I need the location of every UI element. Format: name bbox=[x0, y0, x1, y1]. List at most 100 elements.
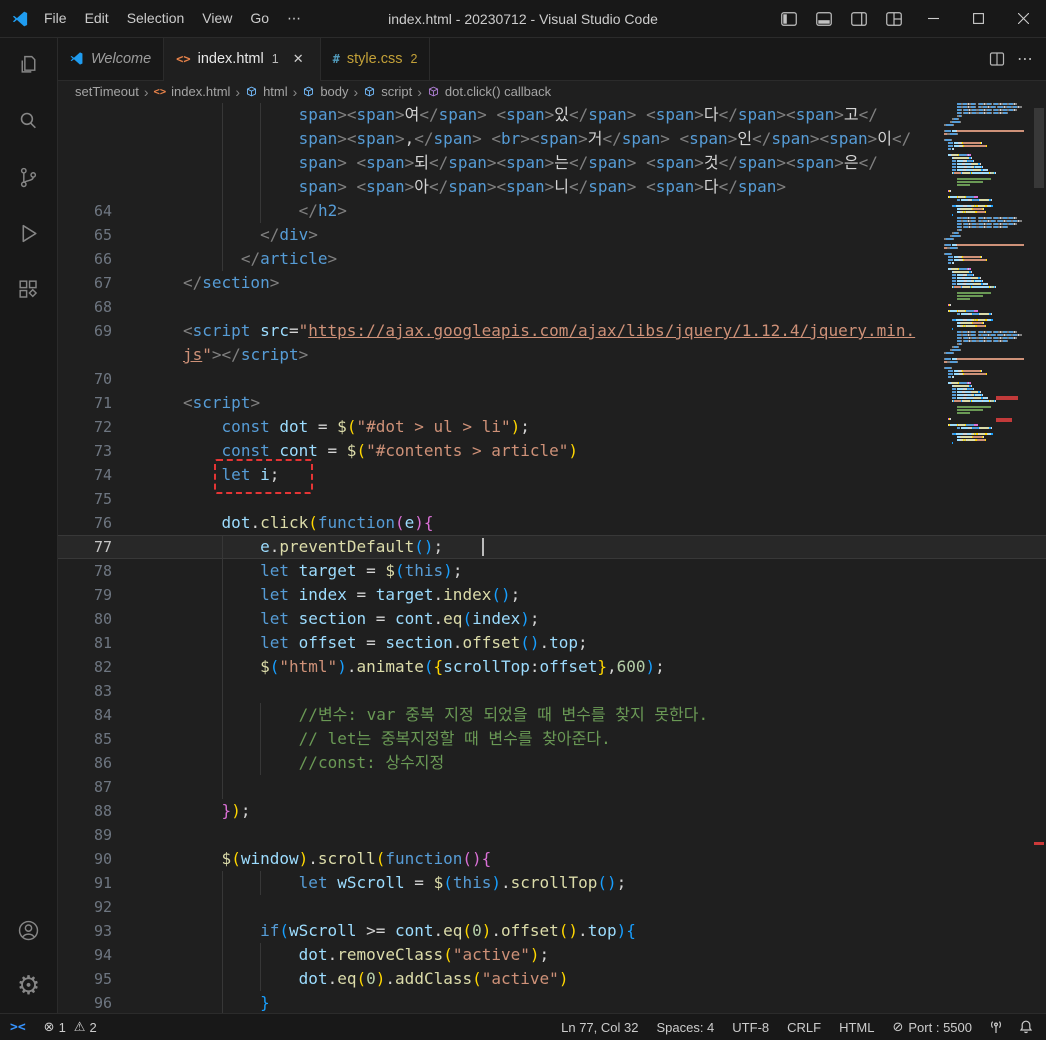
line-number[interactable]: 81 bbox=[57, 631, 112, 655]
line-number[interactable]: 92 bbox=[57, 895, 112, 919]
code-line[interactable]: 68 bbox=[57, 295, 1046, 319]
code-line[interactable]: 81 let offset = section.offset().top; bbox=[57, 631, 1046, 655]
code-line[interactable]: 85 // let는 중복지정할 때 변수를 찾아준다. bbox=[57, 727, 1046, 751]
minimap[interactable] bbox=[944, 103, 1032, 445]
code-line[interactable]: 83 bbox=[57, 679, 1046, 703]
line-number[interactable]: 69 bbox=[57, 319, 112, 343]
line-number[interactable]: 67 bbox=[57, 271, 112, 295]
code-line[interactable]: 74 let i; bbox=[57, 459, 1046, 494]
code-line[interactable]: 71 <script> bbox=[57, 391, 1046, 415]
code-line[interactable]: js"></script> bbox=[57, 343, 1046, 367]
line-number[interactable]: 82 bbox=[57, 655, 112, 679]
code-line[interactable]: 79 let index = target.index(); bbox=[57, 583, 1046, 607]
code-line[interactable]: 64 </h2> bbox=[57, 199, 1046, 223]
code-line[interactable]: 82 $("html").animate({scrollTop:offset},6… bbox=[57, 655, 1046, 679]
line-number[interactable]: 70 bbox=[57, 367, 112, 391]
close-icon[interactable]: ✕ bbox=[289, 50, 308, 69]
code-line[interactable]: 84 //변수: var 중복 지정 되었을 때 변수를 찾지 못한다. bbox=[57, 703, 1046, 727]
code-line[interactable]: 95 dot.eq(0).addClass("active") bbox=[57, 967, 1046, 991]
problems-status[interactable]: ⊗ 1 ⚠ 2 bbox=[36, 1019, 105, 1035]
line-number[interactable]: 65 bbox=[57, 223, 112, 247]
line-number[interactable]: 94 bbox=[57, 943, 112, 967]
maximize-button[interactable] bbox=[956, 0, 1001, 37]
code-line[interactable]: 65 </div> bbox=[57, 223, 1046, 247]
line-number[interactable]: 95 bbox=[57, 967, 112, 991]
line-number[interactable]: 76 bbox=[57, 511, 112, 535]
editor-scrollbar[interactable] bbox=[1032, 103, 1046, 1014]
status-ln-77-col-32[interactable]: Ln 77, Col 32 bbox=[552, 1014, 647, 1040]
line-number[interactable]: 74 bbox=[57, 463, 112, 487]
line-number[interactable]: 87 bbox=[57, 775, 112, 799]
line-number[interactable]: 72 bbox=[57, 415, 112, 439]
code-line[interactable]: 67 </section> bbox=[57, 271, 1046, 295]
line-number[interactable]: 71 bbox=[57, 391, 112, 415]
toggle-sidebar-left-icon[interactable] bbox=[773, 6, 804, 31]
code-line[interactable]: span><span>,</span> <br><span>거</span> <… bbox=[57, 127, 1046, 151]
code-line[interactable]: span> <span>되</span><span>는</span> <span… bbox=[57, 151, 1046, 175]
code-line[interactable]: 86 //const: 상수지정 bbox=[57, 751, 1046, 775]
scrollbar-slider[interactable] bbox=[1034, 108, 1044, 188]
code-line[interactable]: 78 let target = $(this); bbox=[57, 559, 1046, 583]
code-line[interactable]: 72 const dot = $("#dot > ul > li"); bbox=[57, 415, 1046, 439]
code-line[interactable]: 90 $(window).scroll(function(){ bbox=[57, 847, 1046, 871]
status-crlf[interactable]: CRLF bbox=[778, 1014, 830, 1040]
line-number[interactable]: 85 bbox=[57, 727, 112, 751]
line-number[interactable]: 88 bbox=[57, 799, 112, 823]
menu-selection[interactable]: Selection bbox=[118, 6, 194, 31]
editor[interactable]: span><span>여</span> <span>있</span> <span… bbox=[57, 103, 1046, 1014]
code-line[interactable]: 94 dot.removeClass("active"); bbox=[57, 943, 1046, 967]
line-number[interactable]: 89 bbox=[57, 823, 112, 847]
code-line[interactable]: 70 bbox=[57, 367, 1046, 391]
code-line[interactable]: 80 let section = cont.eq(index); bbox=[57, 607, 1046, 631]
code-line[interactable]: 77 e.preventDefault(); bbox=[57, 535, 1046, 559]
line-number[interactable]: 90 bbox=[57, 847, 112, 871]
customize-layout-icon[interactable] bbox=[878, 6, 909, 31]
more-actions-icon[interactable]: ⋯ bbox=[1017, 49, 1034, 69]
extensions-icon[interactable] bbox=[0, 261, 57, 317]
code-line[interactable]: 92 bbox=[57, 895, 1046, 919]
close-window-button[interactable] bbox=[1001, 0, 1046, 37]
line-number[interactable]: 86 bbox=[57, 751, 112, 775]
code-line[interactable]: 93 if(wScroll >= cont.eq(0).offset().top)… bbox=[57, 919, 1046, 943]
notifications-bell-icon[interactable] bbox=[1011, 1014, 1046, 1040]
line-number[interactable]: 66 bbox=[57, 247, 112, 271]
line-number[interactable]: 84 bbox=[57, 703, 112, 727]
tab-index-html[interactable]: <> index.html 1 ✕ bbox=[164, 37, 321, 81]
breadcrumb-item[interactable]: setTimeout bbox=[75, 84, 139, 99]
menu-edit[interactable]: Edit bbox=[76, 6, 118, 31]
line-number[interactable]: 77 bbox=[57, 535, 112, 559]
status-port-5500[interactable]: ⊘ Port : 5500 bbox=[883, 1014, 981, 1040]
line-number[interactable]: 91 bbox=[57, 871, 112, 895]
line-number[interactable]: 79 bbox=[57, 583, 112, 607]
account-icon[interactable] bbox=[0, 902, 57, 958]
line-number[interactable]: 78 bbox=[57, 559, 112, 583]
tab-style-css[interactable]: # style.css 2 bbox=[320, 37, 431, 80]
code-line[interactable]: span><span>여</span> <span>있</span> <span… bbox=[57, 103, 1046, 127]
status-html[interactable]: HTML bbox=[830, 1014, 883, 1040]
minimize-button[interactable] bbox=[911, 0, 956, 37]
tab-welcome[interactable]: Welcome bbox=[57, 37, 165, 80]
line-number[interactable]: 96 bbox=[57, 991, 112, 1014]
remote-indicator-icon[interactable]: >< bbox=[0, 1014, 36, 1040]
explorer-icon[interactable] bbox=[0, 37, 57, 93]
line-number[interactable]: 80 bbox=[57, 607, 112, 631]
code-line[interactable]: span> <span>아</span><span>니</span> <span… bbox=[57, 175, 1046, 199]
status-spaces-4[interactable]: Spaces: 4 bbox=[647, 1014, 723, 1040]
line-number[interactable]: 83 bbox=[57, 679, 112, 703]
line-number[interactable]: 68 bbox=[57, 295, 112, 319]
search-icon[interactable] bbox=[0, 93, 57, 149]
breadcrumb-item[interactable]: body bbox=[302, 84, 349, 99]
code-line[interactable]: 73 const cont = $("#contents > article") bbox=[57, 439, 1046, 463]
breadcrumb-item[interactable]: script bbox=[363, 84, 412, 99]
settings-gear-icon[interactable]: ⚙ bbox=[0, 958, 57, 1014]
code-line[interactable]: 96} bbox=[57, 991, 1046, 1014]
broadcast-icon[interactable] bbox=[981, 1014, 1011, 1040]
code-line[interactable]: 91 let wScroll = $(this).scrollTop(); bbox=[57, 871, 1046, 895]
status-utf-8[interactable]: UTF-8 bbox=[723, 1014, 778, 1040]
menu-overflow-icon[interactable]: ⋯ bbox=[278, 6, 310, 31]
menu-go[interactable]: Go bbox=[241, 6, 278, 31]
breadcrumb-item[interactable]: html bbox=[245, 84, 288, 99]
breadcrumb-item[interactable]: <> index.html bbox=[154, 84, 231, 99]
line-number[interactable]: 64 bbox=[57, 199, 112, 223]
code-line[interactable]: 75 bbox=[57, 487, 1046, 511]
